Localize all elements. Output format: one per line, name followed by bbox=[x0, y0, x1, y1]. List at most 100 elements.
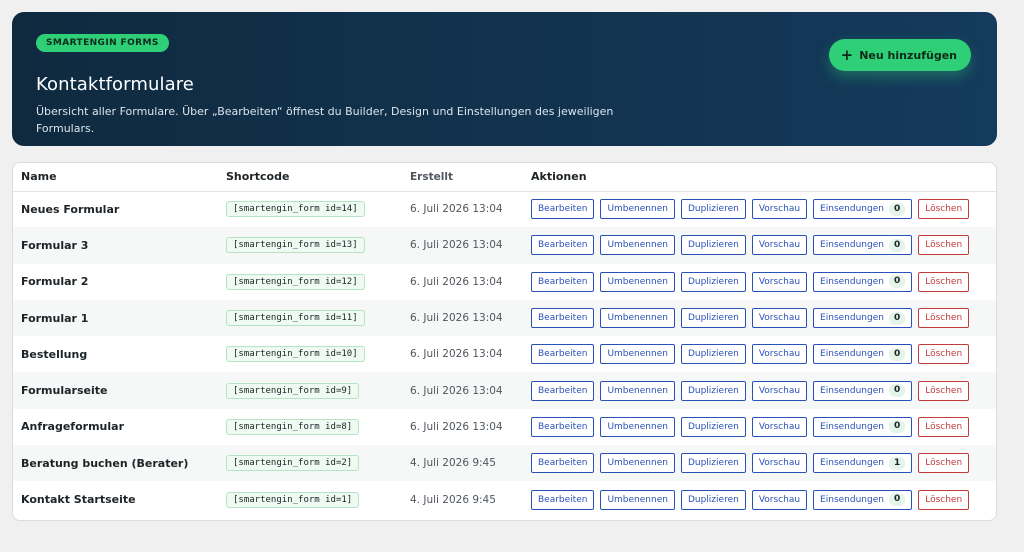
submissions-button[interactable]: Einsendungen 0 bbox=[813, 308, 913, 329]
duplicate-button[interactable]: Duplizieren bbox=[680, 271, 746, 292]
created-date: 6. Juli 2026 13:04 bbox=[410, 420, 503, 433]
edit-button[interactable]: Bearbeiten bbox=[531, 308, 595, 329]
submissions-button[interactable]: Einsendungen 0 bbox=[813, 416, 913, 437]
shortcode-cell: [smartengin_form id=13] bbox=[218, 227, 402, 264]
submissions-label: Einsendungen bbox=[820, 204, 884, 215]
rename-button[interactable]: Umbenennen bbox=[600, 380, 675, 401]
preview-button[interactable]: Vorschau bbox=[751, 271, 808, 292]
column-header-actions: Aktionen bbox=[523, 163, 996, 192]
shortcode[interactable]: [smartengin_form id=8] bbox=[226, 418, 360, 435]
submission-count-badge: 1 bbox=[888, 456, 906, 470]
table-body: Neues Formular [smartengin_form id=14] 6. … bbox=[13, 191, 996, 518]
edit-button[interactable]: Bearbeiten bbox=[531, 344, 595, 365]
row-actions: Bearbeiten Umbenennen Duplizieren Vorschau E… bbox=[531, 344, 988, 365]
edit-button[interactable]: Bearbeiten bbox=[531, 380, 595, 401]
delete-button[interactable]: Löschen bbox=[918, 416, 970, 437]
shortcode-cell: [smartengin_form id=2] bbox=[218, 445, 402, 482]
actions-cell: Bearbeiten Umbenennen Duplizieren Vorschau E… bbox=[523, 445, 996, 482]
duplicate-button[interactable]: Duplizieren bbox=[680, 489, 746, 510]
duplicate-button[interactable]: Duplizieren bbox=[680, 416, 746, 437]
form-name: Bestellung bbox=[21, 347, 88, 361]
plus-icon: + bbox=[840, 45, 854, 64]
shortcode[interactable]: [smartengin_form id=10] bbox=[226, 346, 365, 363]
duplicate-button[interactable]: Duplizieren bbox=[680, 344, 746, 365]
rename-button[interactable]: Umbenennen bbox=[600, 199, 675, 220]
submissions-button[interactable]: Einsendungen 0 bbox=[813, 344, 913, 365]
edit-button[interactable]: Bearbeiten bbox=[531, 235, 595, 256]
submissions-button[interactable]: Einsendungen 0 bbox=[813, 199, 913, 220]
rename-button[interactable]: Umbenennen bbox=[600, 489, 675, 510]
shortcode[interactable]: [smartengin_form id=14] bbox=[226, 201, 365, 218]
rename-button[interactable]: Umbenennen bbox=[600, 271, 675, 292]
submissions-button[interactable]: Einsendungen 0 bbox=[813, 235, 913, 256]
preview-button[interactable]: Vorschau bbox=[751, 416, 808, 437]
created-date: 6. Juli 2026 13:04 bbox=[410, 348, 503, 361]
row-actions: Bearbeiten Umbenennen Duplizieren Vorschau E… bbox=[531, 308, 988, 329]
submissions-label: Einsendungen bbox=[820, 240, 884, 251]
submissions-button[interactable]: Einsendungen 0 bbox=[813, 380, 913, 401]
submissions-label: Einsendungen bbox=[820, 276, 884, 287]
rename-button[interactable]: Umbenennen bbox=[600, 344, 675, 365]
delete-button[interactable]: Löschen bbox=[918, 235, 970, 256]
shortcode[interactable]: [smartengin_form id=11] bbox=[226, 310, 365, 327]
delete-button[interactable]: Löschen bbox=[918, 380, 970, 401]
submission-count-badge: 0 bbox=[888, 202, 906, 216]
submission-count-badge: 0 bbox=[888, 384, 906, 398]
submissions-label: Einsendungen bbox=[820, 349, 884, 360]
preview-button[interactable]: Vorschau bbox=[751, 380, 808, 401]
duplicate-button[interactable]: Duplizieren bbox=[680, 453, 746, 474]
actions-cell: Bearbeiten Umbenennen Duplizieren Vorschau E… bbox=[523, 264, 996, 300]
actions-cell: Bearbeiten Umbenennen Duplizieren Vorschau E… bbox=[523, 481, 996, 517]
rename-button[interactable]: Umbenennen bbox=[600, 308, 675, 329]
created-date: 6. Juli 2026 13:04 bbox=[402, 227, 523, 264]
delete-button[interactable]: Löschen bbox=[918, 489, 970, 510]
submission-count-badge: 0 bbox=[888, 493, 906, 507]
delete-button[interactable]: Löschen bbox=[918, 308, 970, 329]
brand-badge: SMARTENGIN FORMS bbox=[36, 34, 169, 52]
rename-button[interactable]: Umbenennen bbox=[600, 453, 675, 474]
submissions-label: Einsendungen bbox=[820, 313, 884, 324]
shortcode[interactable]: [smartengin_form id=13] bbox=[226, 237, 365, 254]
actions-cell: Bearbeiten Umbenennen Duplizieren Vorschau E… bbox=[523, 336, 996, 372]
delete-button[interactable]: Löschen bbox=[918, 344, 970, 365]
rename-button[interactable]: Umbenennen bbox=[600, 416, 675, 437]
preview-button[interactable]: Vorschau bbox=[751, 344, 808, 365]
table-row: Formular 3 [smartengin_form id=13] 6. Juli… bbox=[13, 227, 996, 264]
duplicate-button[interactable]: Duplizieren bbox=[680, 380, 746, 401]
shortcode[interactable]: [smartengin_form id=1] bbox=[226, 491, 360, 508]
duplicate-button[interactable]: Duplizieren bbox=[680, 199, 746, 220]
form-name: Beratung buchen (Berater) bbox=[13, 445, 218, 482]
submissions-button[interactable]: Einsendungen 0 bbox=[813, 271, 913, 292]
forms-table: Name Shortcode Erstellt Aktionen Neues F… bbox=[13, 163, 996, 518]
delete-button[interactable]: Löschen bbox=[918, 271, 970, 292]
table-row: Neues Formular [smartengin_form id=14] 6. … bbox=[13, 191, 996, 227]
edit-button[interactable]: Bearbeiten bbox=[531, 453, 595, 474]
table-row: Beratung buchen (Berater) [smartengin_for… bbox=[13, 445, 996, 482]
delete-button[interactable]: Löschen bbox=[918, 199, 970, 220]
duplicate-button[interactable]: Duplizieren bbox=[680, 235, 746, 256]
submissions-button[interactable]: Einsendungen 0 bbox=[813, 489, 913, 510]
row-actions: Bearbeiten Umbenennen Duplizieren Vorschau E… bbox=[531, 489, 988, 510]
preview-button[interactable]: Vorschau bbox=[751, 308, 808, 329]
edit-button[interactable]: Bearbeiten bbox=[531, 271, 595, 292]
shortcode[interactable]: [smartengin_form id=9] bbox=[226, 382, 360, 399]
edit-button[interactable]: Bearbeiten bbox=[531, 416, 595, 437]
preview-button[interactable]: Vorschau bbox=[751, 199, 808, 220]
actions-cell: Bearbeiten Umbenennen Duplizieren Vorschau E… bbox=[523, 227, 996, 264]
rename-button[interactable]: Umbenennen bbox=[600, 235, 675, 256]
created-date: 6. Juli 2026 13:04 bbox=[410, 275, 503, 288]
preview-button[interactable]: Vorschau bbox=[751, 489, 808, 510]
submission-count-badge: 0 bbox=[888, 347, 906, 361]
preview-button[interactable]: Vorschau bbox=[751, 453, 808, 474]
edit-button[interactable]: Bearbeiten bbox=[531, 489, 595, 510]
submissions-button[interactable]: Einsendungen 1 bbox=[813, 453, 913, 474]
duplicate-button[interactable]: Duplizieren bbox=[680, 308, 746, 329]
row-actions: Bearbeiten Umbenennen Duplizieren Vorschau E… bbox=[531, 453, 988, 474]
delete-button[interactable]: Löschen bbox=[918, 453, 970, 474]
add-new-button[interactable]: + Neu hinzufügen bbox=[828, 39, 971, 71]
created-date: 4. Juli 2026 9:45 bbox=[402, 445, 523, 482]
shortcode[interactable]: [smartengin_form id=2] bbox=[226, 455, 360, 472]
preview-button[interactable]: Vorschau bbox=[751, 235, 808, 256]
edit-button[interactable]: Bearbeiten bbox=[531, 199, 595, 220]
shortcode[interactable]: [smartengin_form id=12] bbox=[226, 273, 365, 290]
